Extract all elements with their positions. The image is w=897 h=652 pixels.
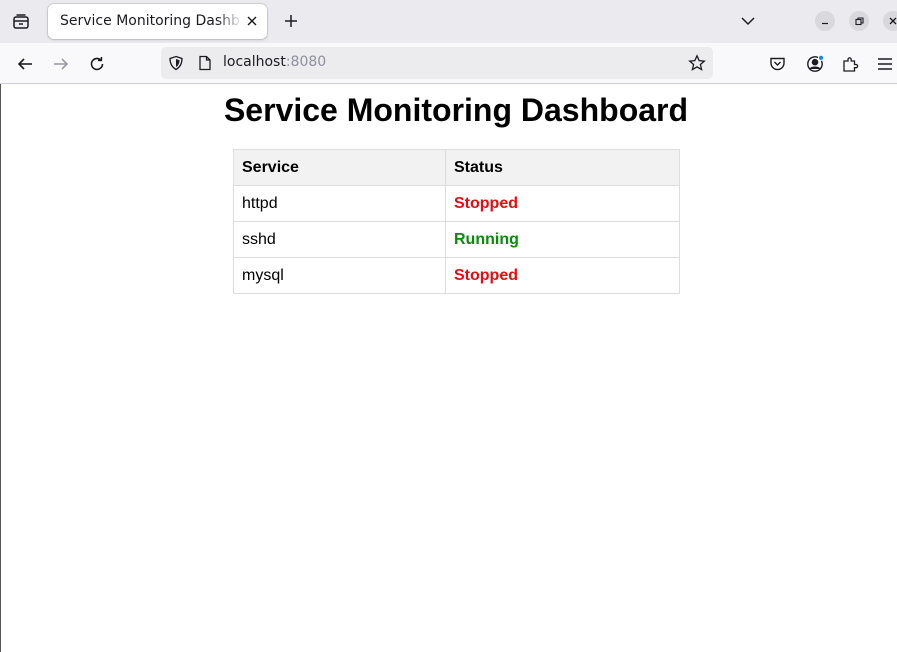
table-row: mysql Stopped (233, 257, 680, 294)
close-icon[interactable] (243, 12, 261, 30)
reload-icon[interactable] (83, 50, 111, 78)
page-content: Service Monitoring Dashboard Service Sta… (0, 84, 897, 652)
chevron-down-icon[interactable] (736, 9, 760, 33)
hamburger-menu-icon[interactable] (871, 50, 897, 78)
page-icon[interactable] (196, 54, 214, 72)
url-port: :8080 (285, 54, 327, 70)
column-header-service: Service (233, 149, 446, 186)
browser-tab-active[interactable]: Service Monitoring Dashboard (48, 4, 267, 39)
tab-strip: Service Monitoring Dashboard (0, 0, 897, 43)
table-row: sshd Running (233, 221, 680, 258)
shield-icon[interactable] (167, 54, 185, 72)
status-text: Stopped (454, 194, 518, 212)
navigation-toolbar: localhost:8080 (0, 43, 897, 84)
restore-icon[interactable] (849, 11, 869, 31)
table-row: httpd Stopped (233, 185, 680, 222)
star-icon[interactable] (687, 53, 707, 73)
table-header-row: Service Status (233, 149, 680, 186)
status-cell: Stopped (445, 185, 680, 222)
status-cell: Running (445, 221, 680, 258)
puzzle-icon[interactable] (836, 50, 864, 78)
page-title: Service Monitoring Dashboard (223, 92, 689, 128)
status-text: Running (454, 230, 519, 248)
url-host: localhost (223, 54, 286, 70)
url-text[interactable]: localhost:8080 (223, 54, 326, 72)
tab-title: Service Monitoring Dashboard (60, 13, 242, 29)
address-bar[interactable]: localhost:8080 (161, 47, 713, 79)
service-name-cell: httpd (233, 185, 446, 222)
pocket-icon[interactable] (763, 50, 791, 78)
column-header-status: Status (445, 149, 680, 186)
status-cell: Stopped (445, 257, 680, 294)
service-name-cell: mysql (233, 257, 446, 294)
back-arrow-icon[interactable] (11, 50, 39, 78)
forward-arrow-icon[interactable] (47, 50, 75, 78)
minimize-icon[interactable] (815, 11, 835, 31)
status-text: Stopped (454, 266, 518, 284)
window-close-icon[interactable] (883, 11, 897, 31)
service-name-cell: sshd (233, 221, 446, 258)
services-table: Service Status httpd Stopped sshd Runnin… (233, 149, 680, 294)
tab-overview-icon[interactable] (6, 8, 36, 35)
plus-icon[interactable] (279, 9, 303, 33)
account-icon[interactable] (801, 50, 829, 78)
